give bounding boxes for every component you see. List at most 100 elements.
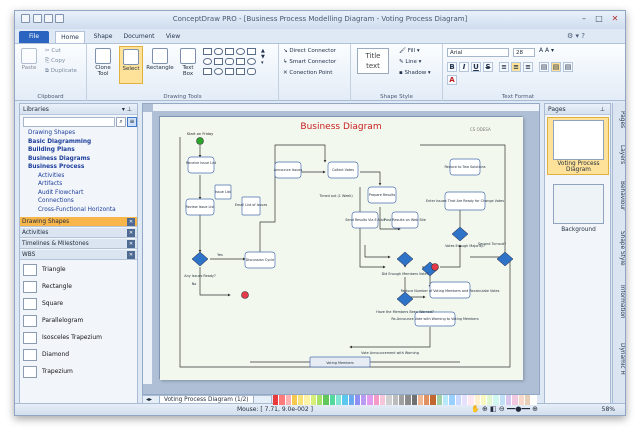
shape-item-square[interactable]: Square [20,296,137,312]
copy-button[interactable]: ⎘ Copy [45,58,65,65]
text-box-button[interactable]: Text Box [177,48,199,77]
clone-tool-button[interactable]: Clone Tool [91,48,115,77]
font-grow-icon[interactable]: A A ▾ [539,47,554,54]
tree-item[interactable]: Artifacts [22,180,136,189]
tree-item[interactable]: Drawing Shapes [22,129,136,138]
shape-tool[interactable] [236,58,245,65]
close-section-icon[interactable]: ✕ [127,251,135,259]
rectangle-button[interactable]: Rectangle [145,48,175,71]
vtab-pages[interactable]: Pages [616,111,625,128]
smart-connector-button[interactable]: ↳ Smart Connector [283,59,336,65]
shape-tool[interactable] [225,68,234,75]
shape-tool[interactable] [247,48,256,55]
shape-tool[interactable] [225,58,234,65]
shape-tool[interactable] [203,48,212,55]
library-search-input[interactable] [23,117,115,127]
section-timelines[interactable]: Timelines & Milestones ✕ [20,239,137,249]
duplicate-button[interactable]: ⧉ Duplicate [45,68,77,75]
shape-item-triangle[interactable]: Triangle [20,262,137,278]
shapes-scroll[interactable]: ▲ ▼ ▾ [261,48,265,66]
maximize-icon[interactable]: □ [592,13,606,24]
connection-point-button[interactable]: ✕ Conection Point [283,70,332,76]
tree-item[interactable]: Audit Flowchart [22,189,136,198]
align-center-icon[interactable]: ≡ [511,62,521,72]
shadow-button[interactable]: ▪ Shadow ▾ [399,70,431,76]
tab-document[interactable]: Document [121,31,157,43]
strike-button[interactable]: S [483,62,493,72]
font-size-select[interactable]: 28 [513,48,535,57]
tab-file[interactable]: File [19,31,49,43]
shape-tool[interactable] [225,48,234,55]
help-icon[interactable]: ⚙ ▾ ? [567,32,585,40]
close-section-icon[interactable]: ✕ [127,229,135,237]
zoom-controls-icon[interactable]: ✋ ⊕ ◧ ⊖ ━━●━━ ⊕ [471,404,538,415]
end-event [431,263,439,271]
vtab-dynamic-help[interactable]: Dynamic H [616,343,625,375]
tree-item[interactable]: Activities [22,172,136,181]
font-color-icon[interactable]: A [447,75,457,85]
section-activities[interactable]: Activities ✕ [20,228,137,238]
close-icon[interactable]: ✕ [608,13,622,24]
valign-middle-icon[interactable]: ▤ [551,62,561,72]
italic-button[interactable]: I [459,62,469,72]
pin-icon[interactable]: ▾ ⊥ [122,104,132,115]
vtab-behaviour[interactable]: Behaviour [616,181,625,210]
shape-item-diamond[interactable]: Diamond [20,347,137,363]
style-preview[interactable]: Title text [357,48,389,74]
tab-home[interactable]: Home [55,31,85,43]
shape-tool[interactable] [236,48,245,55]
font-select[interactable]: Arial [447,48,509,57]
shape-item-rectangle[interactable]: Rectangle [20,279,137,295]
bold-button[interactable]: B [447,62,457,72]
page-title: Background [561,227,596,233]
shape-tool[interactable] [214,58,223,65]
tree-item[interactable]: Connections [22,197,136,206]
shape-tool[interactable] [214,48,223,55]
shape-tool[interactable] [247,58,256,65]
valign-top-icon[interactable]: ▤ [539,62,549,72]
cut-button[interactable]: ✂ Cut [45,48,61,54]
vtab-layers[interactable]: Layers [616,145,625,164]
close-section-icon[interactable]: ✕ [127,218,135,226]
align-right-icon[interactable]: ≡ [523,62,533,72]
underline-button[interactable]: U [471,62,481,72]
tree-item[interactable]: Business Process [22,163,136,172]
tree-item[interactable]: Basic Diagramming [22,138,136,147]
shape-item-parallelogram[interactable]: Parallelogram [20,313,137,329]
vtab-shape-style[interactable]: Shape Style [616,231,625,266]
pin-icon[interactable]: ⊥ [600,104,605,115]
process-node[interactable] [187,156,215,174]
paste-button[interactable]: Paste [18,48,40,71]
select-button[interactable]: Select [119,46,143,84]
tree-item[interactable]: Building Plans [22,146,136,155]
drawing-canvas[interactable]: Business Diagram CS ODESA Start on Frida… [142,103,540,395]
shape-item-isosceles-trapezium[interactable]: Isosceles Trapezium [20,330,137,346]
tree-item[interactable]: Business Diagrams [22,155,136,164]
align-left-icon[interactable]: ≡ [499,62,509,72]
close-section-icon[interactable]: ✕ [127,240,135,248]
tree-item[interactable]: Cross-Functional Horizonta [22,206,136,215]
shape-item-trapezium[interactable]: Trapezium [20,364,137,380]
shape-tool[interactable] [247,68,256,75]
shape-tool[interactable] [236,68,245,75]
diagram-page[interactable]: Business Diagram CS ODESA Start on Frida… [159,116,523,380]
shape-tool[interactable] [203,58,212,65]
line-button[interactable]: ✎ Line ▾ [399,59,421,65]
minimize-icon[interactable]: – [577,13,591,24]
section-drawing-shapes[interactable]: Drawing Shapes ✕ [20,217,137,227]
page-thumb-voting[interactable] [553,120,604,160]
fill-button[interactable]: 🖌 Fill ▾ [399,48,420,54]
color-swatch[interactable] [531,395,538,405]
direct-connector-button[interactable]: ↘ Direct Connector [283,48,336,54]
search-icon[interactable]: ⌕ [116,117,126,127]
section-wbs[interactable]: WBS ✕ [20,250,137,260]
list-view-icon[interactable]: ≡ [127,117,137,127]
page-nav-icon[interactable]: ◂▸ [146,396,152,403]
shape-tool[interactable] [203,68,212,75]
shape-tool[interactable] [214,68,223,75]
tab-view[interactable]: View [161,31,185,43]
page-thumb-background[interactable] [553,184,604,224]
tab-shape[interactable]: Shape [89,31,117,43]
valign-bottom-icon[interactable]: ▤ [563,62,573,72]
vtab-information[interactable]: Information [616,285,625,319]
